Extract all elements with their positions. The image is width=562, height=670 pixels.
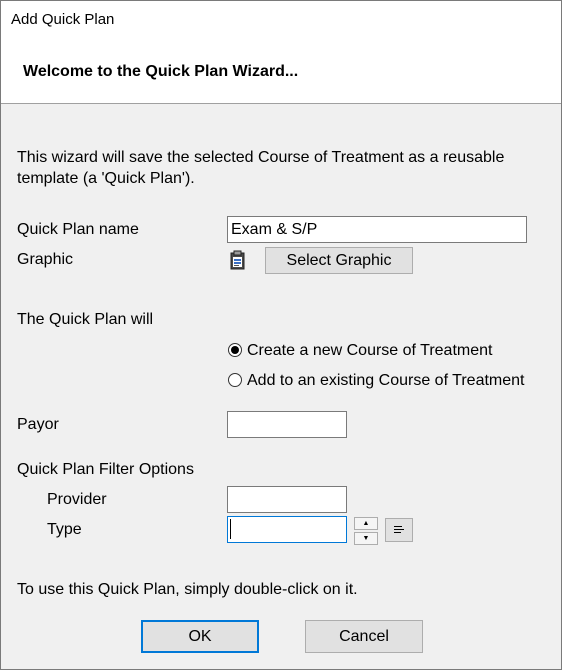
wizard-description: This wizard will save the selected Cours… bbox=[17, 149, 505, 187]
payor-input[interactable] bbox=[227, 411, 347, 438]
quick-plan-name-input[interactable] bbox=[227, 216, 527, 243]
quick-plan-name-label: Quick Plan name bbox=[17, 221, 139, 238]
ok-button[interactable]: OK bbox=[141, 620, 259, 653]
type-label: Type bbox=[47, 521, 82, 538]
title-bar: Add Quick Plan bbox=[1, 1, 561, 39]
wizard-title: Welcome to the Quick Plan Wizard... bbox=[23, 63, 299, 80]
type-list-button[interactable] bbox=[385, 518, 413, 542]
radio-new-course[interactable] bbox=[228, 343, 242, 357]
type-input[interactable] bbox=[227, 516, 347, 543]
wizard-header: Welcome to the Quick Plan Wizard... bbox=[1, 39, 561, 104]
provider-input[interactable] bbox=[227, 486, 347, 513]
provider-label: Provider bbox=[47, 491, 107, 508]
filter-options-label: Quick Plan Filter Options bbox=[17, 461, 194, 478]
type-spinner[interactable]: ▲ ▼ bbox=[354, 517, 378, 545]
radio-existing-course-label[interactable]: Add to an existing Course of Treatment bbox=[247, 372, 524, 390]
add-quick-plan-dialog: Add Quick Plan Welcome to the Quick Plan… bbox=[0, 0, 562, 670]
select-graphic-button[interactable]: Select Graphic bbox=[265, 247, 413, 274]
arrow-up-icon[interactable]: ▲ bbox=[354, 517, 378, 530]
cancel-button[interactable]: Cancel bbox=[305, 620, 423, 653]
window-title: Add Quick Plan bbox=[11, 11, 115, 28]
clipboard-icon bbox=[229, 250, 247, 270]
graphic-label: Graphic bbox=[17, 251, 74, 268]
payor-label: Payor bbox=[17, 416, 59, 433]
list-icon bbox=[386, 525, 412, 535]
usage-hint: To use this Quick Plan, simply double-cl… bbox=[17, 581, 358, 598]
arrow-down-icon[interactable]: ▼ bbox=[354, 532, 378, 545]
radio-new-course-label[interactable]: Create a new Course of Treatment bbox=[247, 342, 492, 360]
radio-existing-course[interactable] bbox=[228, 373, 242, 387]
text-caret bbox=[230, 519, 231, 539]
quick-plan-will-label: The Quick Plan will bbox=[17, 311, 154, 328]
